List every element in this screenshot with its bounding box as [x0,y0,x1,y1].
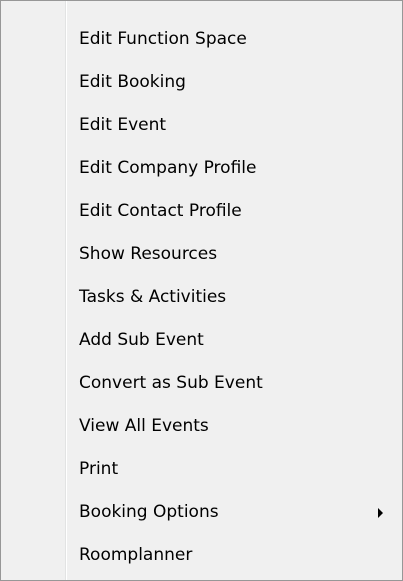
menu-item-label: Edit Function Space [79,29,247,49]
menu-item-label: View All Events [79,416,209,436]
menu-item-label: Edit Contact Profile [79,201,242,221]
context-menu: Edit Function Space Edit Booking Edit Ev… [0,0,403,581]
menu-item-label: Convert as Sub Event [79,373,263,393]
menu-item-label: Roomplanner [79,545,193,565]
menu-item-convert-as-sub-event[interactable]: Convert as Sub Event [1,362,402,405]
menu-item-label: Edit Event [79,115,167,135]
menu-item-label: Show Resources [79,244,218,264]
menu-item-show-resources[interactable]: Show Resources [1,233,402,276]
menu-item-label: Booking Options [79,502,219,522]
menu-item-view-all-events[interactable]: View All Events [1,405,402,448]
menu-item-label: Print [79,459,119,479]
menu-item-edit-contact-profile[interactable]: Edit Contact Profile [1,190,402,233]
menu-item-roomplanner[interactable]: Roomplanner [1,534,402,577]
menu-item-list: Edit Function Space Edit Booking Edit Ev… [1,18,402,577]
menu-item-label: Edit Booking [79,72,186,92]
menu-item-label: Edit Company Profile [79,158,257,178]
menu-item-edit-company-profile[interactable]: Edit Company Profile [1,147,402,190]
menu-item-booking-options[interactable]: Booking Options [1,491,402,534]
menu-item-print[interactable]: Print [1,448,402,491]
menu-item-label: Add Sub Event [79,330,204,350]
menu-item-edit-event[interactable]: Edit Event [1,104,402,147]
menu-item-add-sub-event[interactable]: Add Sub Event [1,319,402,362]
menu-item-label: Tasks & Activities [79,287,227,307]
chevron-right-icon [378,508,383,518]
menu-item-edit-function-space[interactable]: Edit Function Space [1,18,402,61]
menu-item-tasks-activities[interactable]: Tasks & Activities [1,276,402,319]
menu-item-edit-booking[interactable]: Edit Booking [1,61,402,104]
